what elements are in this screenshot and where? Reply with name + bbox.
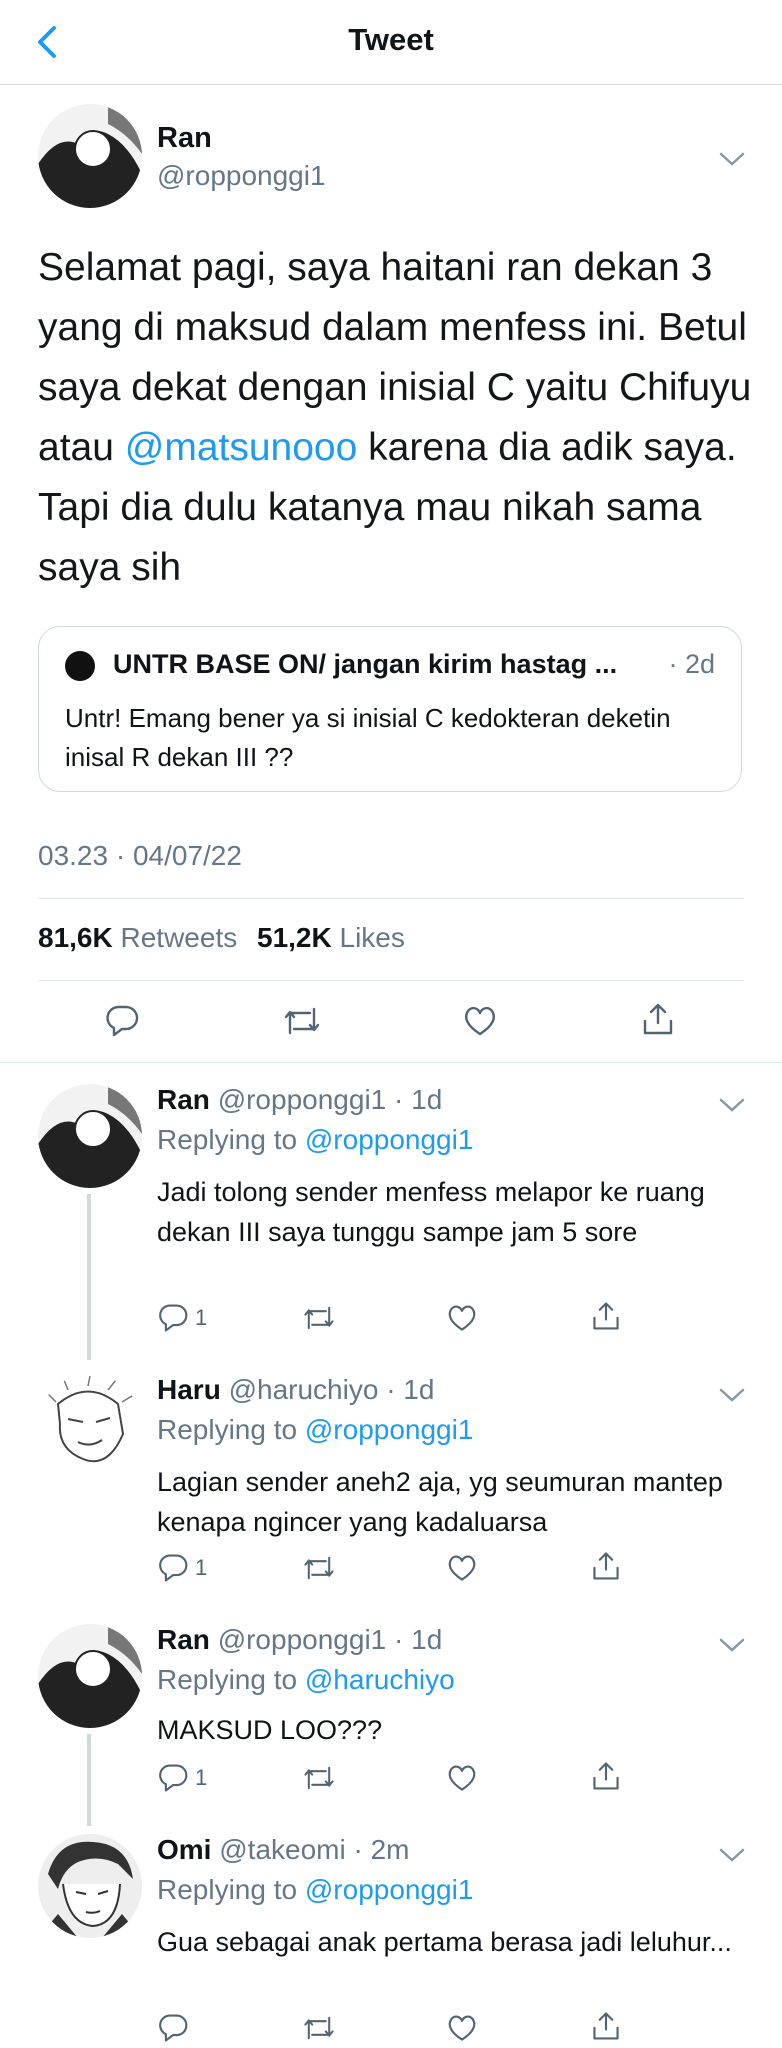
reply-author[interactable]: Ran @ropponggi1 · 1d — [157, 1084, 442, 1116]
retweets-label[interactable]: Retweets — [121, 922, 238, 953]
reply-count: 1 — [195, 1555, 208, 1580]
mention-link[interactable]: @ropponggi1 — [305, 1414, 474, 1445]
caret-down-icon[interactable] — [718, 1846, 746, 1864]
author-name[interactable]: Omi — [157, 1834, 211, 1865]
likes-count[interactable]: 51,2K — [257, 922, 332, 953]
replying-to: Replying to @ropponggi1 — [157, 1874, 473, 1906]
reply-icon[interactable] — [157, 2012, 195, 2044]
tweet-actions — [0, 995, 782, 1045]
replying-label: Replying to — [157, 1124, 298, 1155]
share-icon[interactable] — [590, 1300, 622, 1332]
reply-author[interactable]: Omi @takeomi · 2m — [157, 1834, 410, 1866]
replying-label: Replying to — [157, 1664, 298, 1695]
mention-link[interactable]: @haruchiyo — [305, 1664, 455, 1695]
retweets-count[interactable]: 81,6K — [38, 922, 113, 953]
reply-icon[interactable]: 1 — [157, 1552, 207, 1584]
page-title: Tweet — [348, 22, 434, 57]
reply-tweet[interactable]: Haru @haruchiyo · 1d Replying to @roppon… — [0, 1352, 782, 1602]
reply-icon[interactable]: 1 — [157, 1762, 207, 1794]
reply-text: Gua sebagai anak pertama berasa jadi lel… — [157, 1927, 732, 1957]
divider — [38, 980, 744, 981]
handle-time: @ropponggi1 · 1d — [217, 1624, 443, 1655]
like-icon[interactable] — [446, 1302, 478, 1334]
retweet-icon[interactable] — [302, 1762, 336, 1794]
author-name[interactable]: Ran — [157, 122, 212, 155]
mention-link[interactable]: @matsunooo — [125, 426, 358, 469]
quoted-tweet[interactable]: UNTR BASE ON/ jangan kirim hastag ... · … — [38, 626, 742, 792]
quoted-avatar — [65, 651, 95, 681]
caret-down-icon[interactable] — [718, 1636, 746, 1654]
author-handle[interactable]: @ropponggi1 — [157, 160, 326, 192]
caret-down-icon[interactable] — [718, 1386, 746, 1404]
reply-author[interactable]: Haru @haruchiyo · 1d — [157, 1374, 434, 1406]
like-icon[interactable] — [446, 1552, 478, 1584]
handle-time: @haruchiyo · 1d — [228, 1374, 435, 1405]
caret-down-icon[interactable] — [718, 1096, 746, 1114]
avatar[interactable] — [38, 1834, 142, 1938]
quoted-text: Untr! Emang bener ya si inisial C kedokt… — [65, 703, 671, 772]
retweet-icon[interactable] — [302, 1552, 336, 1584]
author-name[interactable]: Ran — [157, 1624, 210, 1655]
quoted-time: · 2d — [668, 649, 715, 679]
quoted-author-name: UNTR BASE ON/ jangan kirim hastag ... — [113, 649, 618, 679]
avatar[interactable] — [38, 1084, 142, 1188]
engagement-stats: 81,6K Retweets 51,2K Likes — [38, 922, 417, 954]
author-name[interactable]: Haru — [157, 1374, 221, 1405]
share-icon[interactable] — [590, 1760, 622, 1792]
replying-label: Replying to — [157, 1874, 298, 1905]
likes-label[interactable]: Likes — [340, 922, 405, 953]
replying-label: Replying to — [157, 1414, 298, 1445]
mention-link[interactable]: @ropponggi1 — [305, 1124, 474, 1155]
share-icon[interactable] — [590, 1550, 622, 1582]
tweet-timestamp: 03.23 · 04/07/22 — [38, 840, 242, 871]
reply-text: MAKSUD LOO??? — [157, 1715, 383, 1745]
retweet-icon[interactable] — [302, 2012, 336, 2044]
avatar[interactable] — [38, 104, 142, 208]
reply-tweet[interactable]: Ran @ropponggi1 · 1d Replying to @haruch… — [0, 1602, 782, 1832]
handle-time: @ropponggi1 · 1d — [217, 1084, 443, 1115]
replying-to: Replying to @ropponggi1 — [157, 1414, 473, 1446]
handle-time: @takeomi · 2m — [219, 1834, 410, 1865]
reply-count: 1 — [195, 1305, 208, 1330]
divider — [38, 898, 744, 899]
tweet-text: Selamat pagi, saya haitani ran dekan 3 y… — [38, 238, 758, 598]
retweet-icon[interactable] — [282, 1003, 322, 1039]
avatar[interactable] — [38, 1374, 142, 1478]
like-icon[interactable] — [462, 1003, 498, 1039]
reply-icon[interactable]: 1 — [157, 1302, 207, 1334]
reply-tweet[interactable]: Ran @ropponggi1 · 1d Replying to @roppon… — [0, 1062, 782, 1366]
share-icon[interactable] — [590, 2010, 622, 2042]
mention-link[interactable]: @ropponggi1 — [305, 1874, 474, 1905]
share-icon[interactable] — [640, 1001, 676, 1037]
like-icon[interactable] — [446, 2012, 478, 2044]
reply-text: Jadi tolong sender menfess melapor ke ru… — [157, 1177, 705, 1247]
retweet-icon[interactable] — [302, 1302, 336, 1334]
replying-to: Replying to @haruchiyo — [157, 1664, 455, 1696]
avatar[interactable] — [38, 1624, 142, 1728]
reply-tweet[interactable]: Omi @takeomi · 2m Replying to @ropponggi… — [0, 1812, 782, 2048]
reply-count: 1 — [195, 1765, 208, 1790]
reply-text: Lagian sender aneh2 aja, yg seumuran man… — [157, 1467, 723, 1537]
author-name[interactable]: Ran — [157, 1084, 210, 1115]
caret-down-icon[interactable] — [718, 150, 746, 168]
top-bar: Tweet — [0, 0, 782, 85]
like-icon[interactable] — [446, 1762, 478, 1794]
reply-icon[interactable] — [104, 1003, 140, 1039]
reply-author[interactable]: Ran @ropponggi1 · 1d — [157, 1624, 442, 1656]
replying-to: Replying to @ropponggi1 — [157, 1124, 473, 1156]
